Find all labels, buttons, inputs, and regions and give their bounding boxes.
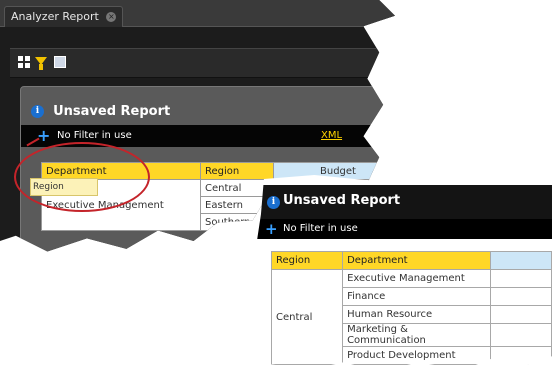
cell-department: Product Development: [342, 346, 491, 365]
grid-icon[interactable]: [18, 56, 30, 68]
header-region[interactable]: Region: [270, 251, 344, 270]
tab-title: Analyzer Report: [11, 10, 99, 23]
properties-icon[interactable]: [54, 56, 66, 68]
cell-measure: [489, 287, 552, 306]
report-header: i Unsaved Report: [31, 101, 170, 121]
close-tab-icon[interactable]: ×: [106, 12, 117, 22]
header-region[interactable]: Region: [200, 162, 274, 180]
toolbar: [10, 48, 395, 78]
report-header: i Unsaved Report: [255, 185, 552, 219]
report-grid: Region Department Central Executive Mana…: [270, 251, 552, 365]
cell-department: Marketing & Communication: [342, 323, 491, 347]
add-filter-icon[interactable]: +: [37, 125, 50, 147]
header-department[interactable]: Department: [342, 251, 491, 270]
cell-region: Central: [270, 269, 344, 365]
annotation-circle: [14, 142, 150, 212]
header-measure[interactable]: [489, 251, 552, 270]
analyzer-window-front: i Unsaved Report + No Filter in use Regi…: [255, 175, 552, 372]
cell-department: Finance: [342, 287, 491, 306]
filter-icon[interactable]: [35, 57, 47, 70]
info-icon[interactable]: i: [267, 196, 280, 209]
cell-measure: [489, 346, 552, 365]
info-icon[interactable]: i: [31, 105, 44, 118]
tab-bar: Analyzer Report ×: [0, 0, 395, 27]
cell-measure: [489, 269, 552, 288]
cell-measure: [489, 305, 552, 324]
filter-bar: + No Filter in use: [255, 219, 552, 239]
xml-link[interactable]: XML: [321, 125, 342, 147]
tab-analyzer-report[interactable]: Analyzer Report ×: [4, 6, 124, 27]
filter-status: No Filter in use: [283, 223, 358, 234]
cell-measure: [489, 323, 552, 347]
cell-department: Executive Management: [342, 269, 491, 288]
add-filter-icon[interactable]: +: [265, 219, 278, 239]
report-title: Unsaved Report: [53, 104, 171, 119]
cell-region: Central: [200, 179, 274, 197]
report-title: Unsaved Report: [283, 193, 401, 208]
cell-department: Human Resource: [342, 305, 491, 324]
